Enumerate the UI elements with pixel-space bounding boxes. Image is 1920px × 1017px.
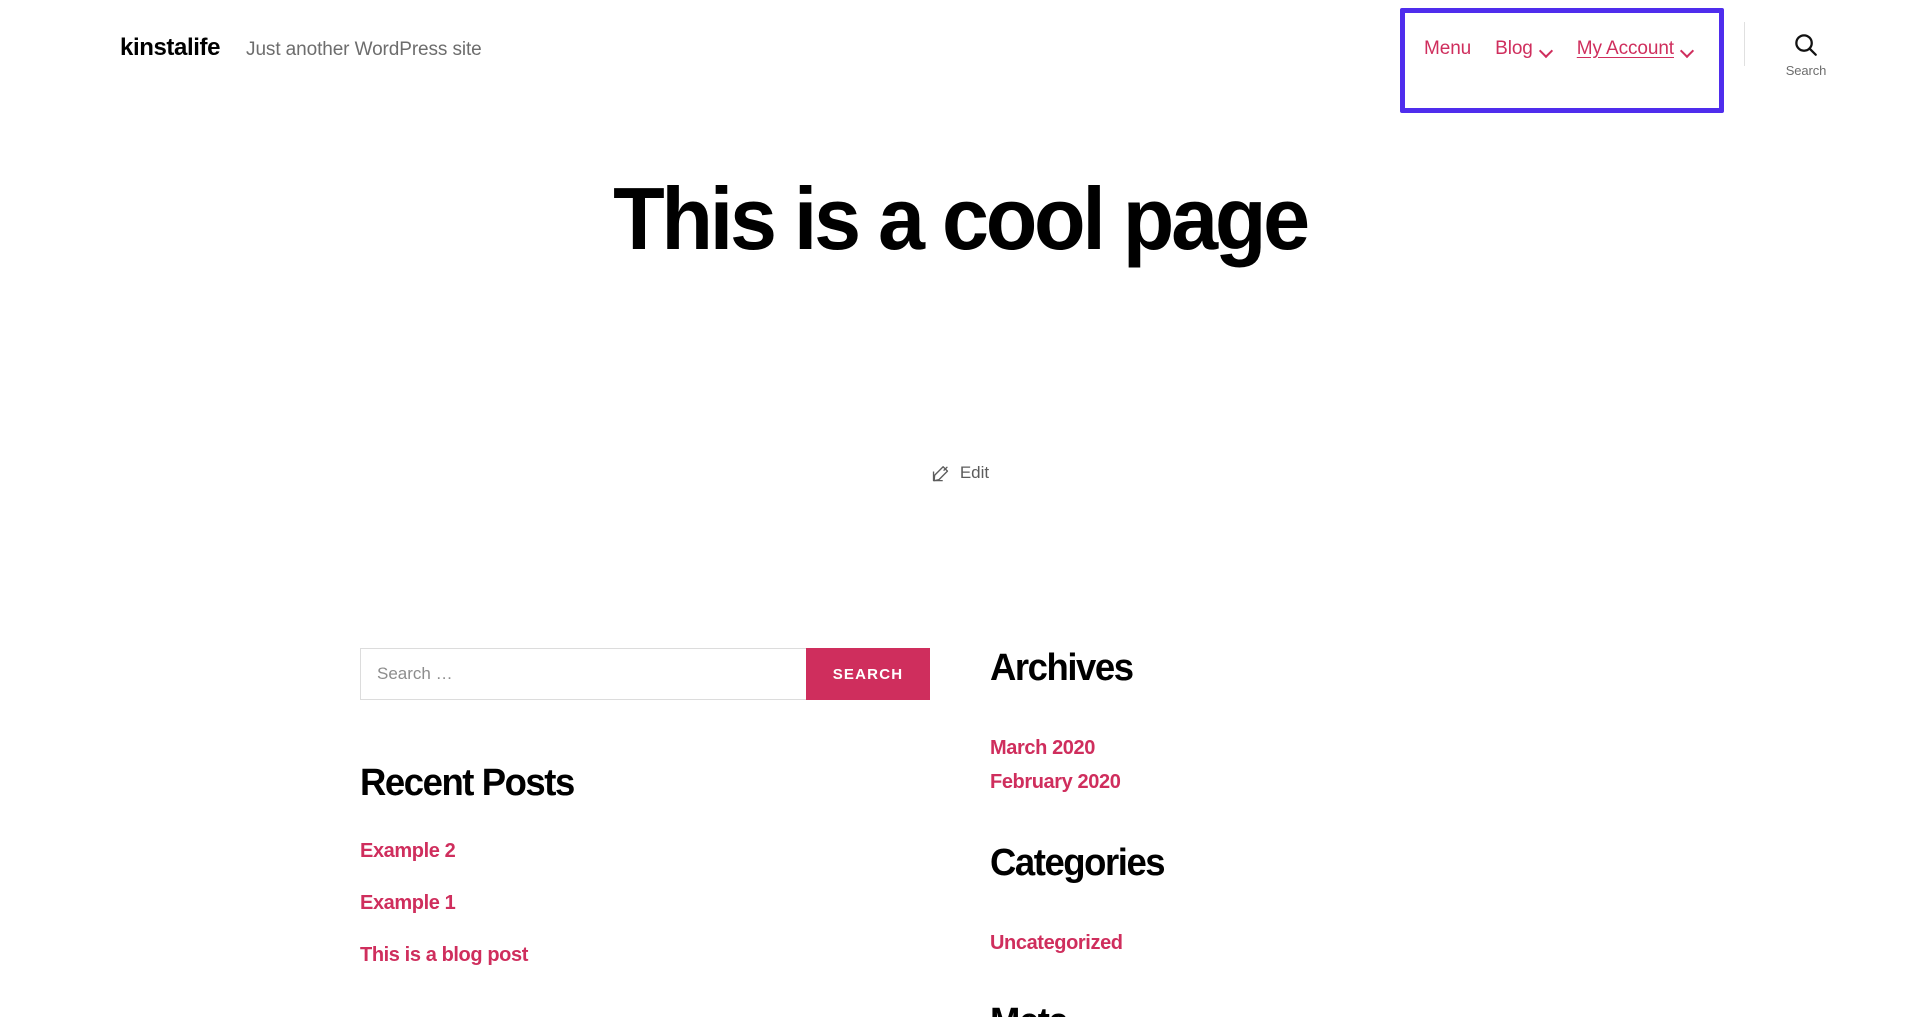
nav-item-label: My Account <box>1576 38 1674 59</box>
nav-item-blog[interactable]: Blog <box>1495 38 1553 60</box>
recent-posts-list: Example 2 Example 1 This is a blog post <box>360 838 528 968</box>
archive-link[interactable]: February 2020 <box>990 771 1121 793</box>
site-title[interactable]: kinstalife <box>120 36 220 60</box>
search-icon <box>1795 34 1817 56</box>
primary-navigation: Menu Blog My Account <box>1424 38 1694 60</box>
nav-item-menu[interactable]: Menu <box>1424 38 1471 60</box>
archives-list: March 2020 February 2020 <box>990 735 1121 795</box>
widget-title-categories: Categories <box>990 842 1166 884</box>
recent-post-link[interactable]: This is a blog post <box>360 944 528 966</box>
nav-item-my-account[interactable]: My Account <box>1577 38 1694 60</box>
site-header: kinstalife Just another WordPress site M… <box>0 0 1920 113</box>
edit-icon <box>932 465 948 481</box>
nav-item-label: Menu <box>1424 38 1472 59</box>
recent-post-link[interactable]: Example 1 <box>360 892 456 914</box>
widget-title-archives: Archives <box>990 647 1134 689</box>
widget-title-recent-posts: Recent Posts <box>360 762 575 804</box>
sidebar-search-form: Search <box>360 648 930 700</box>
list-item: March 2020 <box>990 735 1120 761</box>
archive-link[interactable]: March 2020 <box>990 737 1095 759</box>
header-divider <box>1744 22 1745 66</box>
chevron-down-icon <box>1681 44 1694 57</box>
search-submit-button[interactable]: Search <box>806 648 930 700</box>
list-item: Example 2 <box>360 838 528 864</box>
widget-title-meta: Meta <box>990 1002 1067 1017</box>
list-item: This is a blog post <box>360 942 528 968</box>
categories-list: Uncategorized <box>990 930 1123 956</box>
list-item: February 2020 <box>990 769 1121 795</box>
recent-post-link[interactable]: Example 2 <box>360 840 456 862</box>
site-branding: kinstalife Just another WordPress site <box>120 36 482 60</box>
edit-page-label: Edit <box>959 463 990 482</box>
page-title: This is a cool page <box>613 169 1310 268</box>
entry-header: This is a cool page <box>0 169 1920 268</box>
category-link[interactable]: Uncategorized <box>990 932 1123 954</box>
list-item: Example 1 <box>360 890 528 916</box>
chevron-down-icon <box>1540 44 1553 57</box>
nav-item-label: Blog <box>1495 38 1533 59</box>
list-item: Uncategorized <box>990 930 1123 956</box>
search-toggle-label: Search <box>1785 63 1827 78</box>
entry-footer: Edit <box>0 463 1920 488</box>
search-input[interactable] <box>360 648 806 700</box>
search-toggle-button[interactable]: Search <box>1770 32 1842 78</box>
edit-page-link[interactable]: Edit <box>931 463 989 483</box>
site-description: Just another WordPress site <box>246 39 482 60</box>
navigation-highlight-box <box>1400 8 1724 113</box>
